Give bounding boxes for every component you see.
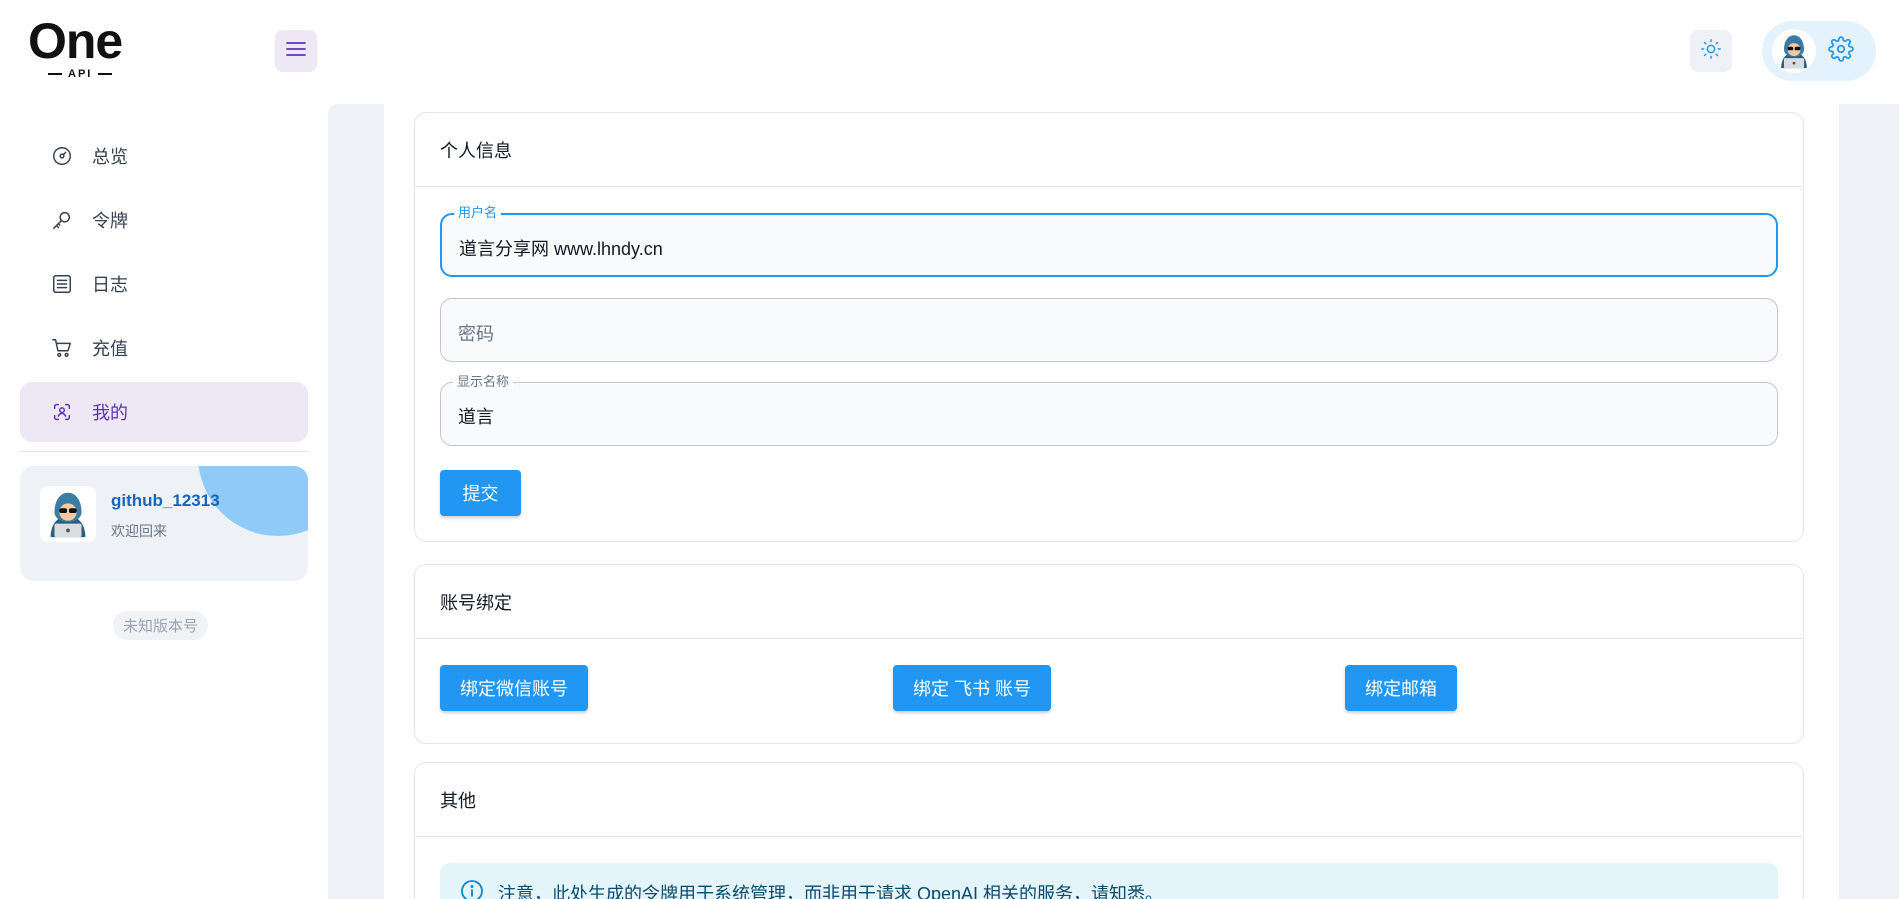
version-badge: 未知版本号 — [113, 611, 209, 640]
display-name-label: 显示名称 — [453, 374, 514, 390]
sidebar: 总览 令牌 日志 充值 我的 github_12313 欢迎回来 未知版本号 — [0, 104, 328, 899]
sidebar-divider — [20, 451, 308, 452]
info-alert: 注意，此处生成的令牌用于系统管理，而非用于请求 OpenAI 相关的服务，请知悉… — [440, 863, 1778, 899]
card-title: 账号绑定 — [415, 565, 1803, 639]
sidebar-item-logs[interactable]: 日志 — [20, 254, 308, 314]
sidebar-item-mine[interactable]: 我的 — [20, 382, 308, 442]
username-field[interactable]: 用户名 道言分享网 www.lhndy.cn — [440, 205, 1778, 277]
app-header: One API — [0, 0, 1899, 104]
other-card: 其他 注意，此处生成的令牌用于系统管理，而非用于请求 OpenAI 相关的服务，… — [414, 762, 1804, 899]
sidebar-item-label: 充值 — [92, 339, 128, 359]
card-title: 其他 — [415, 763, 1803, 837]
dashboard-icon — [50, 144, 74, 168]
welcome-text: 欢迎回来 — [111, 523, 167, 539]
cart-icon — [50, 336, 74, 360]
submit-button[interactable]: 提交 — [440, 470, 521, 516]
bind-email-button[interactable]: 绑定邮箱 — [1345, 665, 1457, 711]
display-name-value: 道言 — [458, 407, 494, 427]
display-name-field[interactable]: 显示名称 道言 — [440, 374, 1778, 446]
profile-menu-button[interactable] — [1762, 21, 1876, 81]
hamburger-icon — [286, 41, 306, 62]
account-binding-card: 账号绑定 绑定微信账号 绑定 飞书 账号 绑定邮箱 — [414, 564, 1804, 744]
password-placeholder: 密码 — [458, 324, 494, 344]
key-icon — [50, 208, 74, 232]
gear-icon — [1828, 35, 1854, 67]
notice-text: 注意，此处生成的令牌用于系统管理，而非用于请求 OpenAI 相关的服务，请知悉… — [498, 884, 1164, 899]
sidebar-item-overview[interactable]: 总览 — [20, 126, 308, 186]
sidebar-item-label: 我的 — [92, 403, 128, 423]
profile-card: 个人信息 用户名 道言分享网 www.lhndy.cn 密码 显示名称 道言 提… — [414, 112, 1804, 542]
sidebar-item-label: 日志 — [92, 275, 128, 295]
user-card: github_12313 欢迎回来 — [20, 466, 308, 581]
sidebar-item-tokens[interactable]: 令牌 — [20, 190, 308, 250]
sun-icon — [1700, 38, 1722, 65]
bind-wechat-button[interactable]: 绑定微信账号 — [440, 665, 588, 711]
log-list-icon — [50, 272, 74, 296]
main-content: 个人信息 用户名 道言分享网 www.lhndy.cn 密码 显示名称 道言 提… — [328, 104, 1899, 899]
sidebar-item-label: 总览 — [92, 147, 128, 167]
avatar — [1772, 29, 1816, 73]
sidebar-nav: 总览 令牌 日志 充值 我的 — [20, 126, 308, 446]
user-name: github_12313 — [111, 491, 220, 510]
sidebar-item-label: 令牌 — [92, 211, 128, 231]
password-field[interactable]: 密码 — [440, 298, 1778, 362]
menu-toggle-button[interactable] — [275, 30, 317, 72]
logo-sub-text: API — [68, 68, 93, 80]
page-container: 个人信息 用户名 道言分享网 www.lhndy.cn 密码 显示名称 道言 提… — [384, 104, 1839, 899]
theme-toggle-button[interactable] — [1690, 30, 1732, 72]
username-label: 用户名 — [454, 205, 502, 221]
avatar — [40, 486, 96, 542]
user-scan-icon — [50, 400, 74, 424]
logo-sub: API — [48, 68, 138, 80]
sidebar-item-topup[interactable]: 充值 — [20, 318, 308, 378]
bind-feishu-button[interactable]: 绑定 飞书 账号 — [893, 665, 1052, 711]
info-icon — [460, 879, 484, 899]
app-logo[interactable]: One API — [28, 16, 138, 86]
logo-main-text: One — [28, 13, 123, 69]
username-value: 道言分享网 www.lhndy.cn — [459, 239, 663, 259]
card-title: 个人信息 — [415, 113, 1803, 187]
